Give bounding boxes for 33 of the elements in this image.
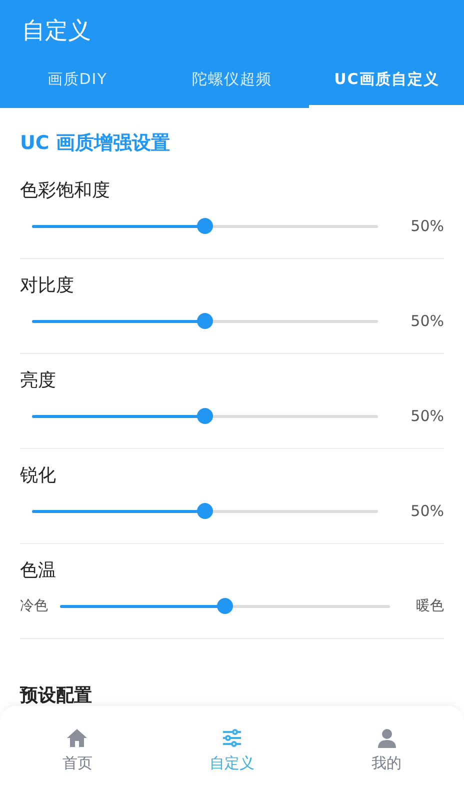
slider-value: 50%	[410, 312, 444, 330]
slider-thumb[interactable]	[197, 313, 213, 329]
slider[interactable]	[60, 598, 390, 614]
page-title: 自定义	[21, 17, 92, 46]
slider[interactable]	[32, 408, 378, 424]
nav-item[interactable]: 自定义	[154, 706, 310, 800]
slider-thumb[interactable]	[197, 408, 213, 424]
section-title: 预设配置	[20, 684, 93, 707]
setting-label: 色温	[20, 560, 56, 581]
setting-label: 亮度	[20, 370, 56, 391]
slider[interactable]	[32, 503, 378, 519]
home-icon	[66, 728, 88, 748]
slider-value: 50%	[410, 217, 444, 235]
slider-value: 50%	[410, 502, 444, 520]
nav-item[interactable]: 首页	[0, 706, 155, 800]
slider-thumb[interactable]	[197, 503, 213, 519]
slider-thumb[interactable]	[217, 598, 233, 614]
slider[interactable]	[32, 218, 378, 234]
min-label: 冷色	[20, 597, 48, 615]
slider[interactable]	[32, 313, 378, 329]
sliders-icon	[222, 728, 242, 748]
slider-value: 50%	[410, 407, 444, 425]
max-label: 暖色	[416, 597, 444, 615]
setting-label: 色彩饱和度	[20, 180, 110, 201]
slider-thumb[interactable]	[197, 218, 213, 234]
nav-item[interactable]: 我的	[309, 706, 464, 800]
person-icon	[376, 728, 397, 748]
tab[interactable]: 画质DIY	[0, 54, 155, 108]
tab[interactable]: UC画质自定义	[309, 54, 464, 108]
section-title: UC 画质增强设置	[20, 131, 171, 156]
setting-label: 锐化	[20, 465, 56, 486]
tab[interactable]: 陀螺仪超频	[154, 54, 310, 108]
setting-label: 对比度	[20, 275, 74, 296]
